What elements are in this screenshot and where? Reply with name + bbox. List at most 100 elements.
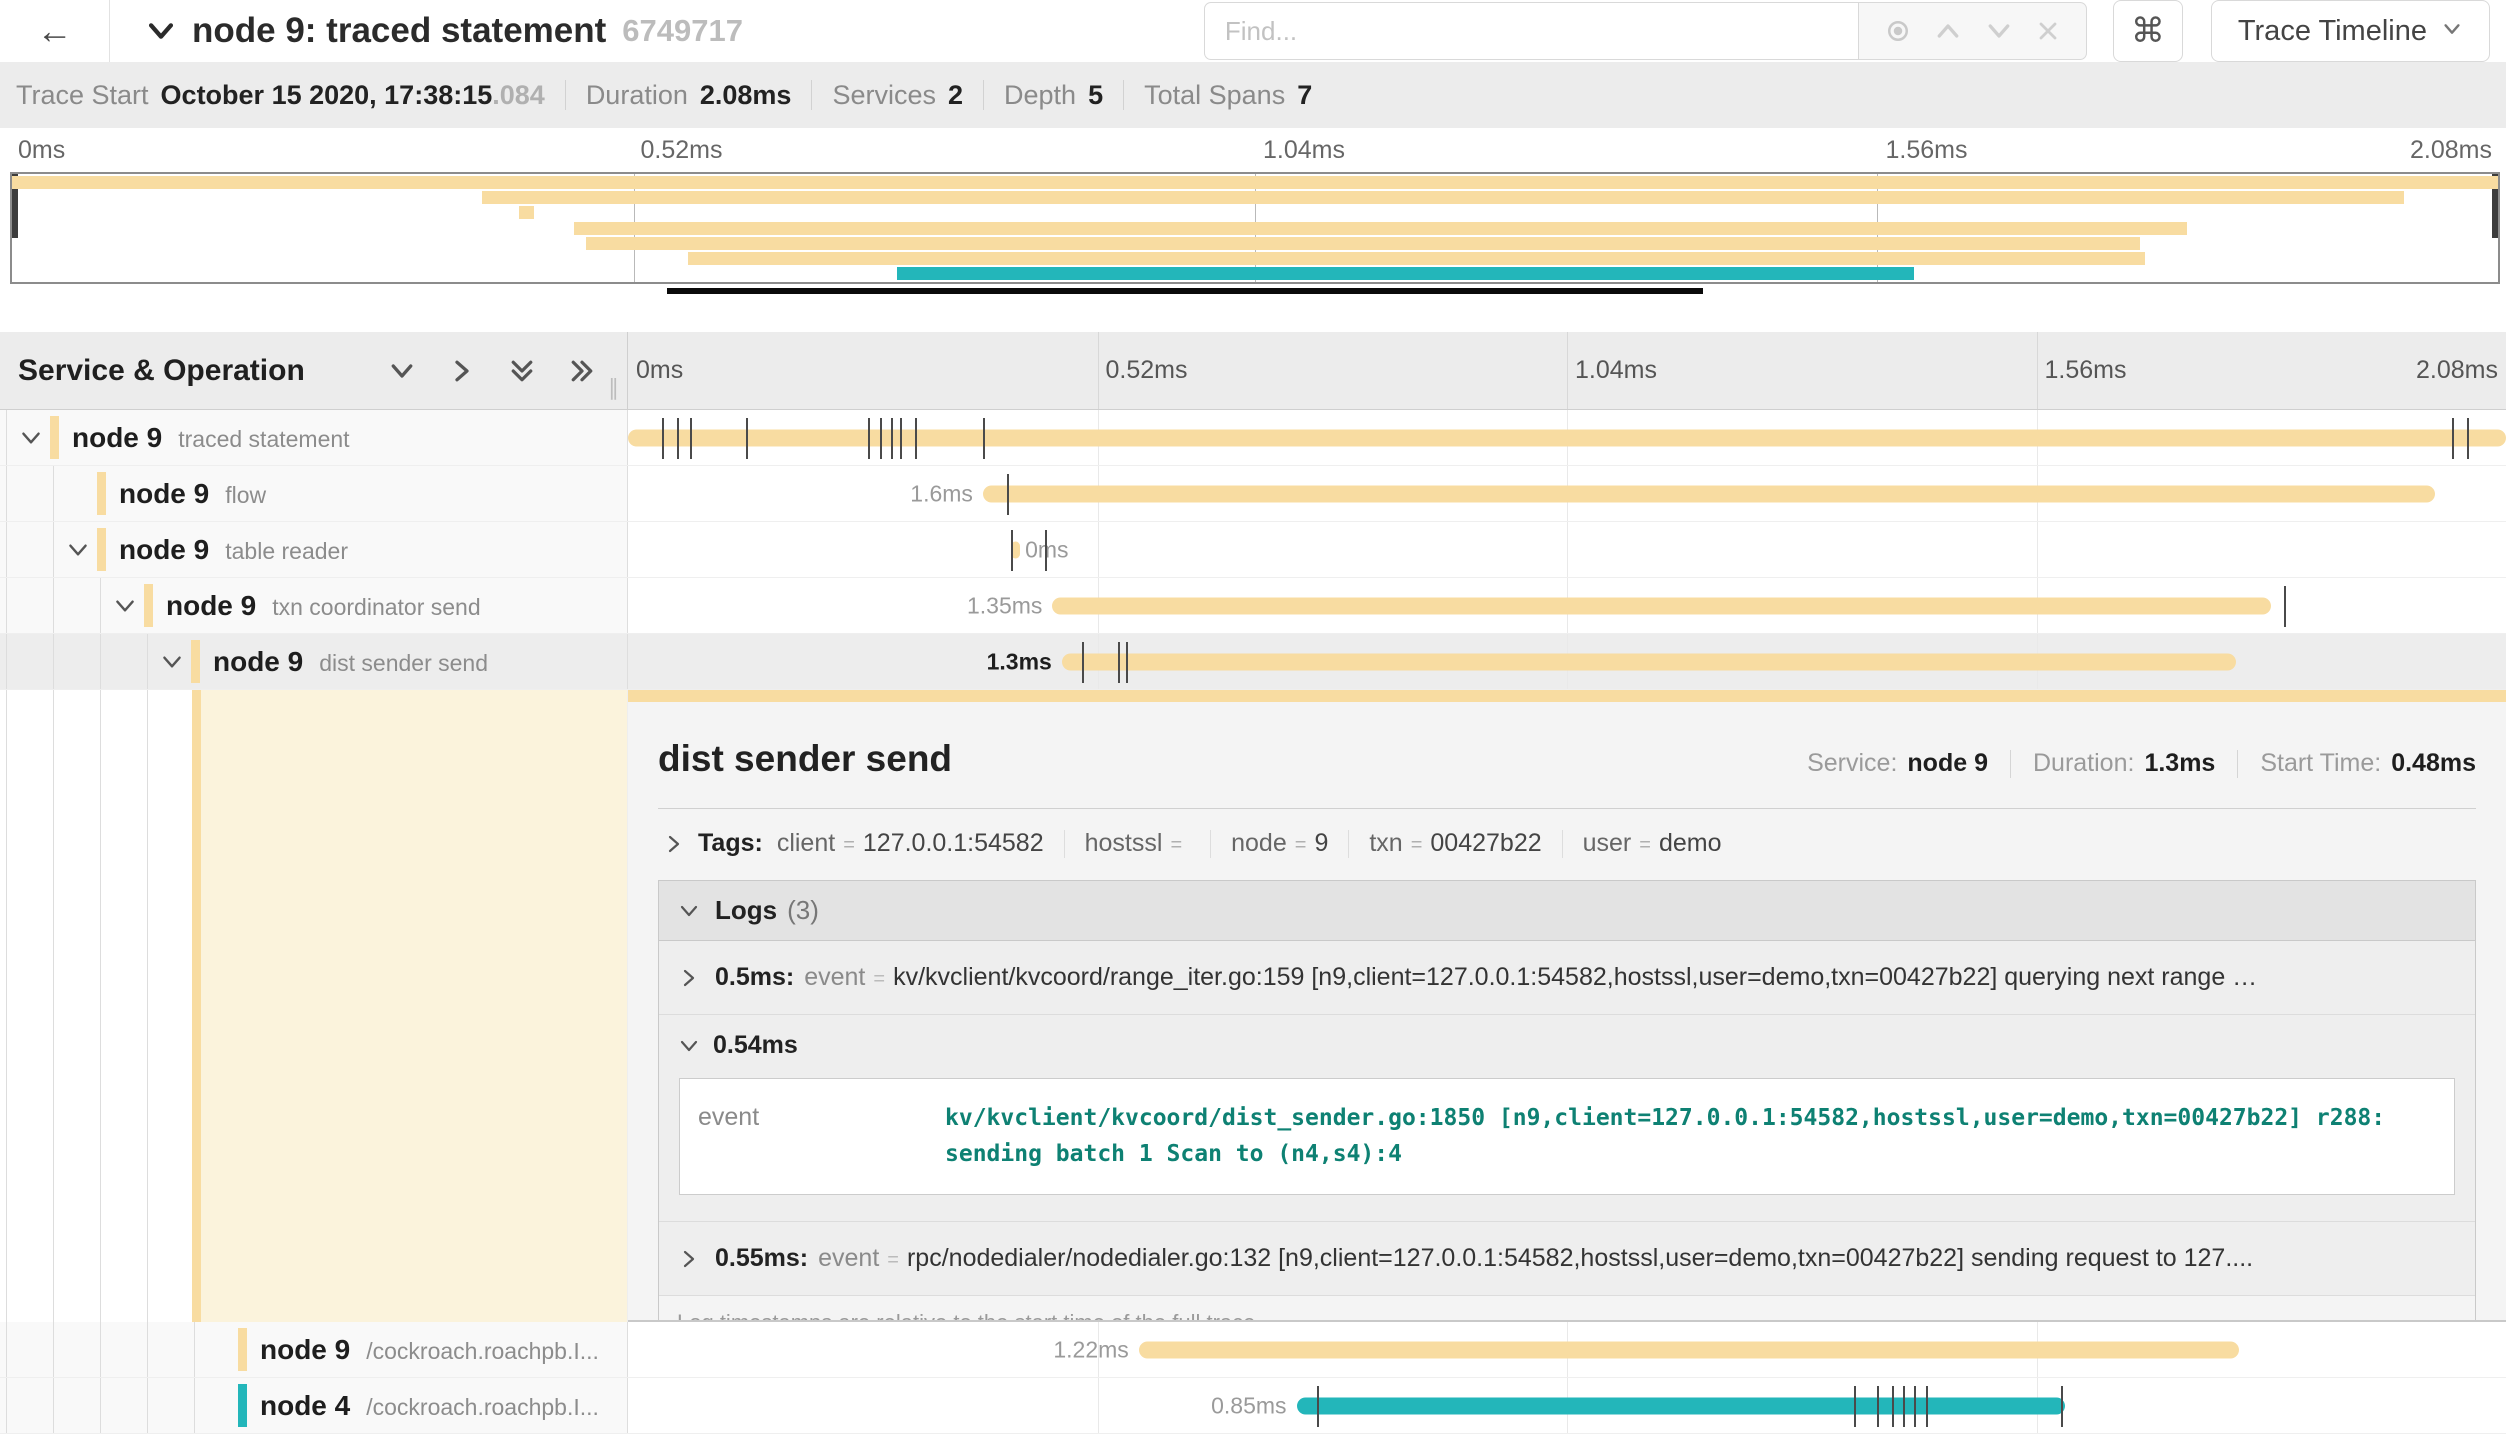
trace-view-app: ← node 9: traced statement 6749717 ⌘ Tra… — [0, 0, 2506, 1439]
span-row[interactable]: node 9flow 1.6ms — [0, 466, 2506, 522]
span-operation-name: flow — [225, 482, 266, 508]
log-entry[interactable]: 0.5ms: event = kv/kvclient/kvcoord/range… — [659, 941, 2475, 1015]
log-marker-tick — [1126, 642, 1128, 683]
span-name-cell[interactable]: node 9traced statement — [0, 410, 628, 465]
expand-all-icon[interactable] — [567, 356, 597, 386]
ruler-label: 1.56ms — [1886, 136, 1968, 165]
service-operation-header: Service & Operation ∥ — [0, 332, 628, 409]
span-timeline-cell[interactable]: 1.3ms — [628, 634, 2506, 689]
log-marker-tick — [1854, 1386, 1856, 1427]
span-name-cell[interactable]: node 9/cockroach.roachpb.I... — [0, 1322, 628, 1377]
span-row[interactable]: node 9table reader 0ms — [0, 522, 2506, 578]
minimap-ruler: 0ms0.52ms1.04ms1.56ms2.08ms — [10, 136, 2500, 168]
column-resize-grip[interactable]: ∥ — [608, 375, 619, 401]
log-marker-tick — [690, 418, 692, 459]
prev-match-icon[interactable] — [1933, 16, 1963, 46]
tag-item: txn=00427b22 — [1369, 829, 1541, 858]
next-match-icon[interactable] — [1984, 16, 2014, 46]
log-field-value: kv/kvclient/kvcoord/dist_sender.go:1850 … — [945, 1079, 2425, 1194]
span-row[interactable]: node 4/cockroach.roachpb.I... 0.85ms — [0, 1378, 2506, 1434]
span-duration-label: 0ms — [1025, 536, 1115, 563]
span-row[interactable]: node 9traced statement — [0, 410, 2506, 466]
tree-guide-line — [147, 690, 148, 1322]
meta-item: Services 2 — [832, 80, 963, 111]
span-bar[interactable] — [628, 429, 2506, 446]
meta-separator — [983, 80, 984, 110]
trace-id: 6749717 — [622, 13, 743, 49]
span-name-cell[interactable]: node 9dist sender send — [0, 634, 628, 689]
ruler-label: 2.08ms — [2410, 136, 2492, 165]
span-bar[interactable] — [983, 485, 2435, 502]
logs-body: 0.5ms: event = kv/kvclient/kvcoord/range… — [659, 941, 2475, 1296]
timeline-header-row: Service & Operation ∥ 0ms0.52ms1.04ms1.5… — [0, 332, 2506, 410]
span-row[interactable]: node 9txn coordinator send 1.35ms — [0, 578, 2506, 634]
span-toggle-chevron-icon[interactable] — [112, 593, 138, 619]
tree-guide-line — [6, 578, 7, 633]
tags-chevron-icon[interactable] — [662, 832, 686, 856]
expand-collapse-controls — [387, 356, 597, 386]
span-color-strip — [628, 690, 2506, 702]
minimap-canvas[interactable] — [10, 172, 2500, 284]
span-name-cell[interactable]: node 9txn coordinator send — [0, 578, 628, 633]
span-timeline-cell[interactable]: 1.35ms — [628, 578, 2506, 633]
tag-item: hostssl= — [1085, 829, 1191, 858]
log-marker-tick — [2284, 586, 2286, 627]
span-timeline-cell[interactable]: 1.6ms — [628, 466, 2506, 521]
ruler-label: 1.04ms — [1263, 136, 1345, 165]
span-rows-bottom: node 9/cockroach.roachpb.I... 1.22ms nod… — [0, 1322, 2506, 1434]
log-marker-tick — [1317, 1386, 1319, 1427]
minimap-scroll-thumb[interactable] — [667, 288, 1703, 294]
keyboard-shortcuts-button[interactable]: ⌘ — [2113, 0, 2183, 62]
span-bar[interactable] — [1052, 597, 2271, 614]
span-detail-region: dist sender send Service:node 9Duration:… — [628, 690, 2506, 1322]
clear-search-icon[interactable] — [2034, 17, 2062, 45]
top-bar: ← node 9: traced statement 6749717 ⌘ Tra… — [0, 0, 2506, 62]
span-duration-label: 0.85ms — [1177, 1392, 1287, 1419]
meta-item: Depth 5 — [1004, 80, 1103, 111]
log-marker-tick — [1082, 642, 1084, 683]
log-marker-tick — [900, 418, 902, 459]
tags-row[interactable]: Tags:client=127.0.0.1:54582hostssl=node=… — [658, 809, 2476, 878]
locate-icon[interactable] — [1883, 16, 1913, 46]
log-entry-header[interactable]: 0.54ms — [677, 1031, 2457, 1060]
span-row[interactable]: node 9/cockroach.roachpb.I... 1.22ms — [0, 1322, 2506, 1378]
logs-header[interactable]: Logs (3) — [659, 881, 2475, 941]
log-marker-tick — [891, 418, 893, 459]
span-row[interactable]: node 9dist sender send 1.3ms — [0, 634, 2506, 690]
span-name-cell[interactable]: node 9flow — [0, 466, 628, 521]
span-toggle-chevron-icon[interactable] — [65, 537, 91, 563]
span-bar[interactable] — [1297, 1397, 2065, 1414]
minimap-scrollbar[interactable] — [10, 288, 2500, 295]
span-operation-name: table reader — [225, 538, 348, 564]
span-timeline-cell[interactable]: 1.22ms — [628, 1322, 2506, 1377]
overview-separator — [2010, 750, 2011, 778]
span-timeline-cell[interactable]: 0ms — [628, 522, 2506, 577]
collapse-one-icon[interactable] — [387, 356, 417, 386]
minimap-span-bar — [519, 206, 534, 219]
span-toggle-chevron-icon[interactable] — [18, 425, 44, 451]
span-duration-label: 1.22ms — [1019, 1336, 1129, 1363]
tag-separator — [1348, 830, 1349, 858]
find-group — [1204, 2, 2087, 60]
span-timeline-cell[interactable] — [628, 410, 2506, 465]
log-marker-tick — [1877, 1386, 1879, 1427]
find-input[interactable] — [1204, 2, 1859, 60]
log-entry[interactable]: 0.55ms: event = rpc/nodedialer/nodediale… — [659, 1222, 2475, 1296]
span-name-cell[interactable]: node 4/cockroach.roachpb.I... — [0, 1378, 628, 1433]
back-button[interactable]: ← — [0, 0, 110, 62]
expand-one-icon[interactable] — [447, 356, 477, 386]
collapse-all-icon[interactable] — [507, 356, 537, 386]
logs-count: (3) — [787, 895, 819, 926]
span-detail-panel: dist sender send Service:node 9Duration:… — [628, 702, 2506, 1322]
span-color-bar — [144, 584, 153, 627]
log-marker-tick — [2452, 418, 2454, 459]
span-timeline-cell[interactable]: 0.85ms — [628, 1378, 2506, 1433]
span-toggle-chevron-icon[interactable] — [159, 649, 185, 675]
ruler-label: 0ms — [636, 356, 683, 385]
ruler-label: 0.52ms — [641, 136, 723, 165]
span-name-cell[interactable]: node 9table reader — [0, 522, 628, 577]
span-bar[interactable] — [1062, 653, 2236, 670]
trace-view-selector[interactable]: Trace Timeline — [2211, 0, 2490, 62]
span-bar[interactable] — [1139, 1341, 2240, 1358]
collapse-trace-chevron-icon[interactable] — [144, 14, 178, 48]
